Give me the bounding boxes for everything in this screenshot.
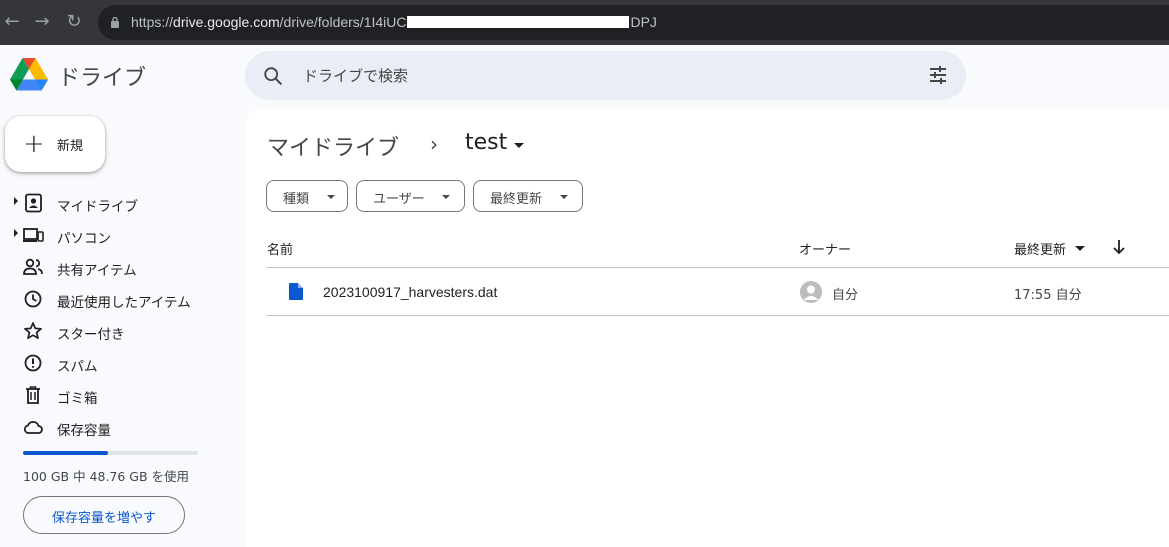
folder-menu-caret-icon[interactable] bbox=[514, 143, 524, 148]
storage-usage-text: 100 GB 中 48.76 GB を使用 bbox=[23, 469, 190, 484]
sidebar-item-shared[interactable]: 共有アイテム bbox=[0, 251, 230, 283]
get-more-storage-button[interactable]: 保存容量を増やす bbox=[23, 496, 185, 534]
sort-direction-icon[interactable] bbox=[1112, 239, 1126, 255]
filter-label: ユーザー bbox=[373, 192, 425, 207]
document-file-icon bbox=[289, 283, 303, 300]
search-options-icon[interactable] bbox=[928, 65, 948, 85]
breadcrumb-separator-icon: › bbox=[430, 132, 438, 156]
search-icon[interactable] bbox=[262, 65, 284, 87]
filter-type-chip[interactable]: 種類 bbox=[266, 180, 348, 212]
computers-icon bbox=[23, 228, 44, 242]
sidebar-item-label: ゴミ箱 bbox=[57, 391, 98, 407]
browser-toolbar: ← → ↻ https://drive.google.com/drive/fol… bbox=[0, 0, 1169, 45]
last-modified: 17:55 自分 bbox=[1014, 288, 1082, 303]
default-avatar-icon bbox=[800, 281, 822, 303]
column-header-owner: オーナー bbox=[799, 243, 852, 258]
table-divider bbox=[266, 315, 1169, 316]
sidebar-item-spam[interactable]: スパム bbox=[0, 347, 230, 379]
app-title: ドライブ bbox=[58, 66, 147, 91]
sidebar-item-label: 共有アイテム bbox=[57, 263, 137, 279]
sidebar-item-computers[interactable]: パソコン bbox=[0, 219, 230, 251]
table-row[interactable]: 2023100917_harvesters.dat 自分 17:55 自分 bbox=[266, 268, 1169, 315]
cloud-icon bbox=[23, 420, 43, 434]
sidebar-item-label: 保存容量 bbox=[57, 423, 111, 439]
reload-icon[interactable]: ↻ bbox=[64, 12, 84, 32]
address-bar[interactable]: https://drive.google.com/drive/folders/1… bbox=[98, 5, 1169, 40]
filter-label: 種類 bbox=[283, 192, 310, 207]
chevron-down-icon bbox=[442, 195, 450, 199]
spam-icon bbox=[24, 354, 42, 372]
avatar bbox=[800, 281, 822, 303]
breadcrumb-root[interactable]: マイドライブ bbox=[267, 130, 399, 162]
sidebar-item-label: パソコン bbox=[57, 231, 111, 247]
column-header-name[interactable]: 名前 bbox=[267, 239, 293, 258]
sort-field-caret-icon[interactable] bbox=[1075, 246, 1085, 251]
filter-modified-chip[interactable]: 最終更新 bbox=[473, 180, 583, 212]
shared-icon bbox=[23, 258, 43, 275]
main-content: マイドライブ › test 種類 ユーザー 最終更新 名前 オーナー 最終更新 … bbox=[246, 108, 1169, 547]
sidebar-item-trash[interactable]: ゴミ箱 bbox=[0, 379, 230, 411]
search-input[interactable]: ドライブで検索 bbox=[303, 65, 408, 86]
redaction bbox=[407, 16, 630, 28]
sidebar-item-starred[interactable]: スター付き bbox=[0, 315, 230, 347]
owner-name: 自分 bbox=[832, 288, 859, 303]
new-button[interactable]: + 新規 bbox=[5, 116, 105, 172]
forward-icon[interactable]: → bbox=[32, 12, 52, 32]
lock-icon bbox=[111, 16, 119, 28]
back-icon[interactable]: ← bbox=[2, 12, 22, 32]
filter-label: 最終更新 bbox=[490, 192, 543, 207]
expand-arrow-icon[interactable] bbox=[14, 229, 18, 237]
chevron-down-icon bbox=[327, 195, 335, 199]
star-icon bbox=[24, 322, 42, 340]
recent-icon bbox=[24, 290, 42, 308]
sidebar-item-label: スター付き bbox=[57, 327, 125, 343]
file-name[interactable]: 2023100917_harvesters.dat bbox=[323, 284, 497, 300]
column-header-modified[interactable]: 最終更新 bbox=[1014, 239, 1066, 258]
storage-usage-bar bbox=[23, 451, 198, 455]
sidebar-item-label: マイドライブ bbox=[57, 199, 138, 215]
breadcrumb-current-folder[interactable]: test bbox=[465, 130, 507, 155]
sidebar-item-label: スパム bbox=[57, 359, 98, 375]
plus-icon: + bbox=[23, 129, 45, 159]
url-text: https://drive.google.com/drive/folders/1… bbox=[131, 14, 657, 30]
google-drive-logo bbox=[10, 58, 48, 91]
filter-user-chip[interactable]: ユーザー bbox=[356, 180, 465, 212]
new-button-label: 新規 bbox=[57, 139, 84, 154]
expand-arrow-icon[interactable] bbox=[14, 197, 18, 205]
chevron-down-icon bbox=[560, 195, 568, 199]
sidebar-item-storage[interactable]: 保存容量 bbox=[0, 411, 230, 443]
search-bar[interactable]: ドライブで検索 bbox=[245, 51, 966, 100]
trash-icon bbox=[26, 386, 40, 404]
sidebar-item-label: 最近使用したアイテム bbox=[57, 295, 191, 311]
my-drive-icon bbox=[25, 193, 42, 213]
storage-usage-fill bbox=[23, 451, 109, 455]
get-more-storage-label: 保存容量を増やす bbox=[51, 511, 156, 526]
sidebar-item-recent[interactable]: 最近使用したアイテム bbox=[0, 283, 230, 315]
sidebar-item-my-drive[interactable]: マイドライブ bbox=[0, 187, 230, 219]
